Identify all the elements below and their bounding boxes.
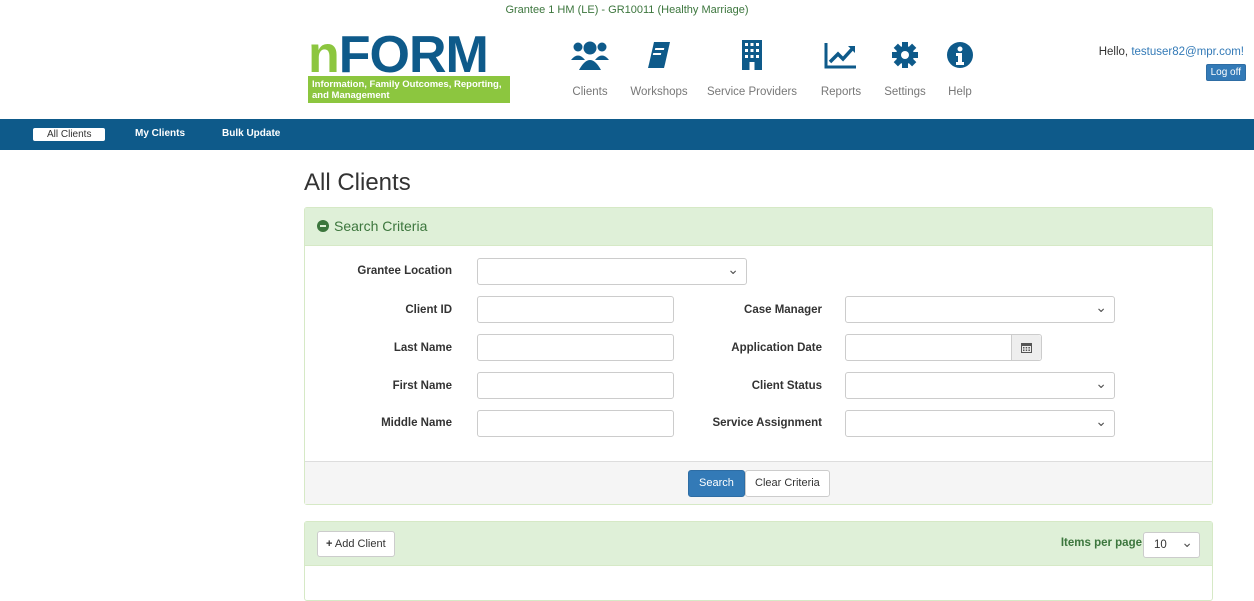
search-actions: Search Clear Criteria: [305, 461, 1212, 504]
search-button[interactable]: Search: [688, 470, 745, 497]
logo-wordmark: nFORM: [308, 26, 489, 84]
items-per-page-select[interactable]: 10: [1143, 530, 1200, 558]
client-status-select[interactable]: [845, 372, 1115, 399]
nav-reports[interactable]: Reports: [817, 38, 865, 98]
plus-icon: +: [326, 538, 333, 550]
page-title: All Clients: [304, 169, 411, 196]
middle-name-input[interactable]: [477, 410, 674, 437]
minus-circle-icon: [317, 220, 329, 232]
first-name-label: First Name: [392, 380, 452, 392]
nav-label: Settings: [884, 86, 926, 98]
client-id-label: Client ID: [405, 304, 452, 316]
last-name-label: Last Name: [393, 342, 452, 354]
tab-all-clients[interactable]: All Clients: [33, 128, 106, 141]
nav-label: Clients: [572, 86, 608, 98]
tab-bulk-update[interactable]: Bulk Update: [222, 128, 280, 139]
tab-my-clients[interactable]: My Clients: [135, 128, 185, 139]
clear-criteria-button[interactable]: Clear Criteria: [745, 470, 830, 497]
case-manager-label: Case Manager: [744, 304, 822, 316]
grantee-location-select[interactable]: [477, 258, 747, 285]
case-manager-select[interactable]: [845, 296, 1115, 323]
username-link[interactable]: testuser82@mpr.com!: [1131, 46, 1244, 58]
first-name-input[interactable]: [477, 372, 674, 399]
nav-service-providers[interactable]: Service Providers: [703, 38, 801, 98]
nav-help[interactable]: Help: [940, 38, 980, 98]
grantee-banner: Grantee 1 HM (LE) - GR10011 (Healthy Mar…: [505, 4, 749, 16]
gear-icon: [880, 38, 930, 72]
service-assignment-select[interactable]: [845, 410, 1115, 437]
logo-tagline: Information, Family Outcomes, Reporting,…: [308, 76, 510, 103]
nav-workshops[interactable]: Workshops: [629, 38, 689, 98]
book-icon: [629, 38, 689, 72]
results-panel: + Add Client Items per page 10: [304, 521, 1213, 601]
middle-name-label: Middle Name: [381, 417, 452, 429]
users-icon: [560, 38, 620, 72]
application-date-label: Application Date: [731, 342, 822, 354]
user-greeting: Hello, testuser82@mpr.com!: [1098, 46, 1244, 58]
client-status-label: Client Status: [751, 380, 822, 392]
nav-settings[interactable]: Settings: [880, 38, 930, 98]
results-header: + Add Client Items per page 10: [305, 522, 1212, 566]
nav-label: Reports: [820, 86, 862, 98]
service-assignment-label: Service Assignment: [712, 417, 822, 429]
add-client-button[interactable]: + Add Client: [317, 531, 395, 557]
calendar-icon[interactable]: [1011, 335, 1041, 360]
sub-navigation: All Clients My Clients Bulk Update: [0, 119, 1254, 150]
application-date-input[interactable]: [845, 334, 1042, 361]
add-client-label: Add Client: [334, 538, 386, 550]
client-id-input[interactable]: [477, 296, 674, 323]
last-name-input[interactable]: [477, 334, 674, 361]
nav-label: Workshops: [630, 86, 688, 98]
search-form: Grantee Location Client ID Case Manager …: [305, 246, 1212, 461]
search-criteria-toggle[interactable]: Search Criteria: [305, 208, 1212, 246]
nav-clients[interactable]: Clients: [560, 38, 620, 98]
nav-label: Service Providers: [706, 86, 798, 98]
search-criteria-title: Search Criteria: [334, 218, 428, 234]
grantee-location-label: Grantee Location: [357, 265, 452, 277]
logoff-button[interactable]: Log off: [1205, 64, 1246, 81]
building-icon: [703, 38, 801, 72]
info-icon: [940, 38, 980, 72]
search-criteria-panel: Search Criteria Grantee Location Client …: [304, 207, 1213, 505]
chart-line-icon: [817, 38, 865, 72]
nav-label: Help: [948, 86, 972, 98]
nform-logo[interactable]: nFORM Information, Family Outcomes, Repo…: [308, 27, 510, 103]
items-per-page-label: Items per page: [1060, 537, 1142, 549]
